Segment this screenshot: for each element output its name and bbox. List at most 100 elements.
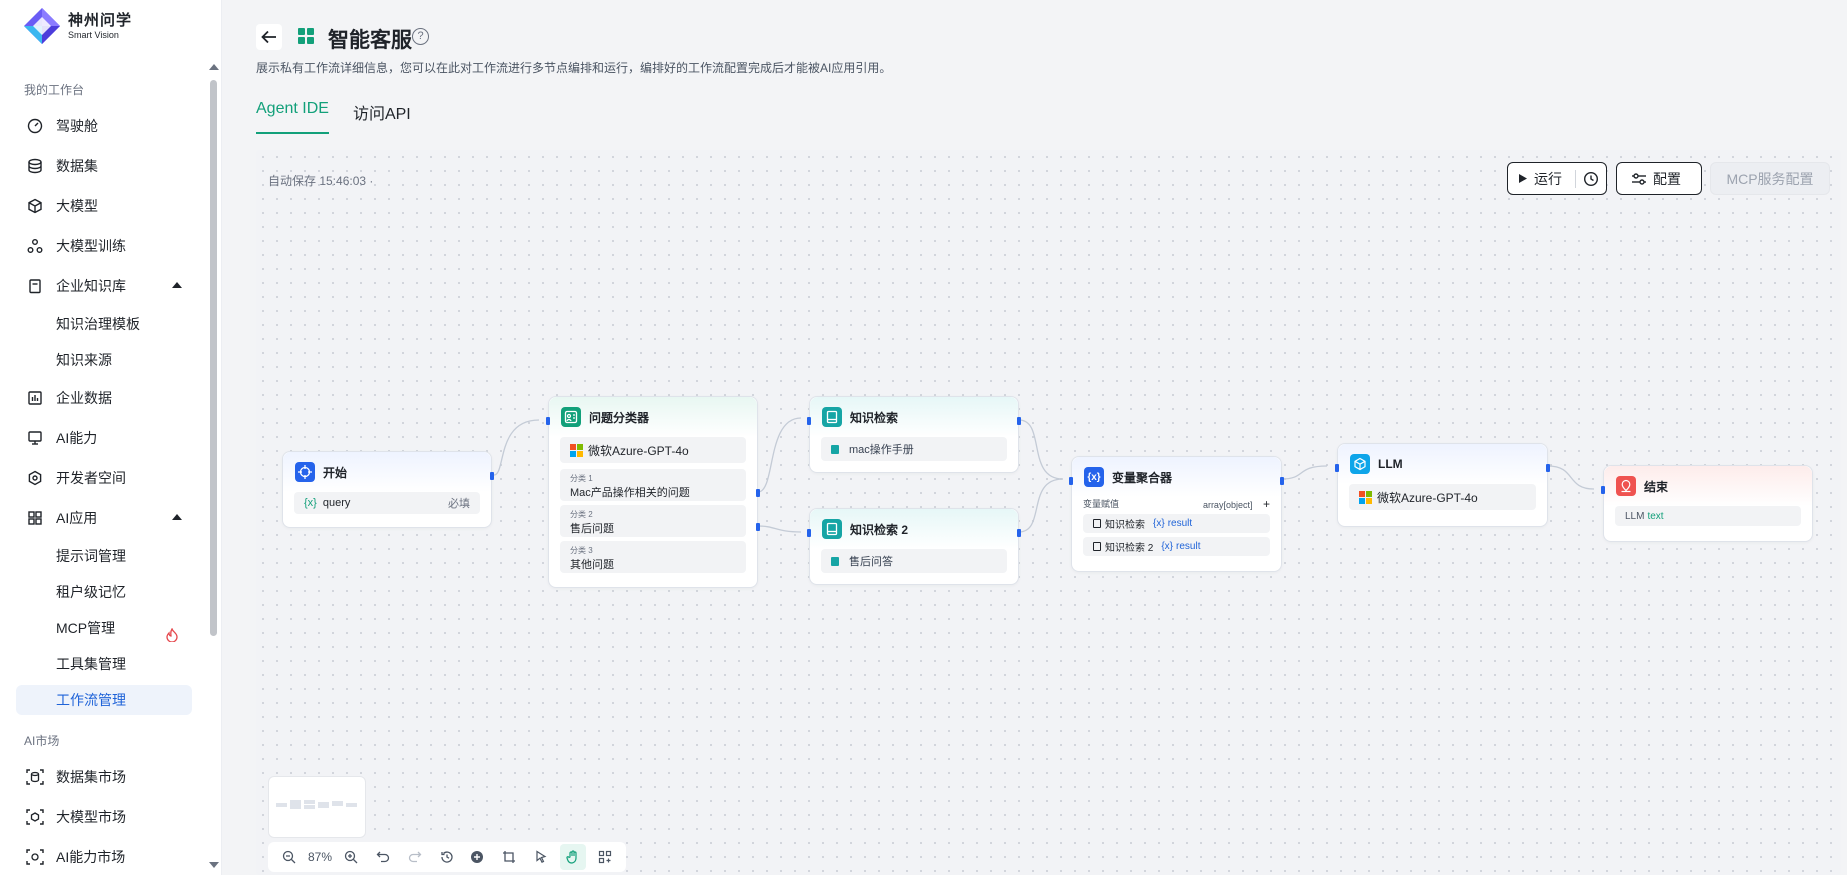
hexagon-icon xyxy=(26,469,44,487)
sidebar-item-dashboard[interactable]: 驾驶舱 xyxy=(0,106,206,146)
chart-icon xyxy=(26,389,44,407)
app-grid-icon xyxy=(298,28,314,44)
sidebar-item-knowledge-template[interactable]: 知识治理模板 xyxy=(0,306,206,342)
node-variable-aggregator[interactable]: {x} 变量聚合器 变量赋值 array[object] + 知识检索 {x} … xyxy=(1069,456,1284,572)
zoom-level[interactable]: 87% xyxy=(308,850,332,864)
zoom-out-button[interactable] xyxy=(276,844,302,870)
sidebar-item-knowledge-source[interactable]: 知识来源 xyxy=(0,342,206,378)
start-variable-name: query xyxy=(322,497,351,509)
book-icon xyxy=(822,519,842,539)
input-port[interactable] xyxy=(1601,486,1605,494)
tab-access-api[interactable]: 访问API xyxy=(353,100,411,134)
undo-icon xyxy=(376,851,390,863)
help-icon[interactable]: ? xyxy=(412,28,429,45)
microsoft-logo-icon xyxy=(570,443,583,457)
auto-layout-button[interactable] xyxy=(592,844,618,870)
crosshair-icon xyxy=(295,462,315,482)
class-text: 售后问题 xyxy=(570,523,614,535)
llm-model-row[interactable]: 微软Azure-GPT-4o xyxy=(1349,484,1536,510)
sidebar-scrollbar[interactable] xyxy=(206,58,220,875)
node-end[interactable]: 结束 LLM text xyxy=(1601,465,1813,542)
assign-type: array[object] xyxy=(1202,500,1253,510)
node-llm[interactable]: LLM 微软Azure-GPT-4o xyxy=(1335,443,1550,527)
scroll-down-icon[interactable] xyxy=(209,862,219,868)
node-knowledge-retrieval-2[interactable]: 知识检索 2 售后问答 xyxy=(807,508,1021,585)
history-icon xyxy=(441,851,453,863)
output-port[interactable] xyxy=(1280,477,1284,485)
node-knowledge-retrieval[interactable]: 知识检索 mac操作手册 xyxy=(807,396,1021,473)
redo-icon xyxy=(408,851,422,863)
chevron-up-icon xyxy=(172,282,182,288)
start-variable-row[interactable]: {x} query 必填 xyxy=(294,492,480,514)
sidebar-item-models[interactable]: 大模型 xyxy=(0,186,206,226)
kb2-source-row[interactable]: 售后问答 xyxy=(821,549,1007,573)
add-variable-button[interactable]: + xyxy=(1263,497,1270,511)
tab-agent-ide[interactable]: Agent IDE xyxy=(256,100,329,134)
sidebar-item-mcp[interactable]: MCP管理 xyxy=(0,610,206,646)
input-port[interactable] xyxy=(807,417,811,425)
output-port[interactable] xyxy=(1017,529,1021,537)
brand-name-en: Smart Vision xyxy=(68,29,119,40)
scroll-thumb[interactable] xyxy=(210,80,217,636)
sidebar-item-ai-apps[interactable]: AI应用 xyxy=(0,498,206,538)
sidebar-item-label: 企业数据 xyxy=(56,390,112,406)
hand-mode-button[interactable] xyxy=(560,844,586,870)
assign-label: 变量赋值 xyxy=(1083,499,1120,509)
sidebar-item-tenant-memory[interactable]: 租户级记忆 xyxy=(0,574,206,610)
aggregator-item[interactable]: 知识检索 {x} result xyxy=(1083,514,1270,533)
classifier-model-name: 微软Azure-GPT-4o xyxy=(588,443,689,458)
cube-icon xyxy=(26,197,44,215)
workflow-canvas[interactable]: 自动保存 15:46:03 · 运行 配置 MCP服务配置 开始 {x} que… xyxy=(256,150,1841,875)
input-port[interactable] xyxy=(1335,464,1339,472)
class-row[interactable]: 分类 3 其他问题 xyxy=(560,541,746,573)
sidebar-item-toolsets[interactable]: 工具集管理 xyxy=(0,646,206,682)
pointer-mode-button[interactable] xyxy=(528,844,554,870)
zoom-in-button[interactable] xyxy=(338,844,364,870)
sidebar-item-workflows[interactable]: 工作流管理 xyxy=(16,685,192,715)
output-port[interactable] xyxy=(756,523,760,531)
output-port[interactable] xyxy=(756,489,760,497)
output-port[interactable] xyxy=(1017,417,1021,425)
sidebar-item-model-training[interactable]: 大模型训练 xyxy=(0,226,206,266)
output-port[interactable] xyxy=(1546,464,1550,472)
scroll-up-icon[interactable] xyxy=(209,64,219,70)
sidebar-item-developer-space[interactable]: 开发者空间 xyxy=(0,458,206,498)
output-port[interactable] xyxy=(490,472,494,480)
sidebar-item-model-market[interactable]: 大模型市场 xyxy=(0,797,206,837)
brand-logo[interactable]: 神州问学 Smart Vision xyxy=(22,6,132,46)
node-start[interactable]: 开始 {x} query 必填 xyxy=(282,451,494,528)
brand-name: 神州问学 xyxy=(68,11,133,29)
redo-button[interactable] xyxy=(402,844,428,870)
add-note-button[interactable] xyxy=(496,844,522,870)
main-content: 智能客服 ? 展示私有工作流详细信息，您可以在此对工作流进行多节点编排和运行，编… xyxy=(222,0,1847,875)
minimap[interactable] xyxy=(268,776,366,838)
layout-icon xyxy=(598,850,612,864)
aggregator-item[interactable]: 知识检索 2 {x} result xyxy=(1083,537,1270,556)
sidebar-item-ai-ability[interactable]: AI能力 xyxy=(0,418,206,458)
sidebar-item-knowledge-base[interactable]: 企业知识库 xyxy=(0,266,206,306)
sidebar-item-prompts[interactable]: 提示词管理 xyxy=(0,538,206,574)
microsoft-logo-icon xyxy=(1359,490,1372,504)
input-port[interactable] xyxy=(1069,477,1073,485)
node-question-classifier[interactable]: 问题分类器 微软Azure-GPT-4o 分类 1 Mac产品操作相关的问题 分… xyxy=(546,396,760,588)
sidebar-item-enterprise-data[interactable]: 企业数据 xyxy=(0,378,206,418)
undo-button[interactable] xyxy=(370,844,396,870)
input-port[interactable] xyxy=(807,529,811,537)
back-button[interactable] xyxy=(256,24,282,50)
sidebar-item-label: AI能力 xyxy=(56,430,98,446)
sidebar-item-ability-market[interactable]: AI能力市场 xyxy=(0,837,206,875)
node-llm-header: LLM xyxy=(1338,444,1547,484)
end-output-row[interactable]: LLM text xyxy=(1615,506,1801,526)
input-port[interactable] xyxy=(546,417,550,425)
class-row[interactable]: 分类 2 售后问题 xyxy=(560,505,746,537)
sidebar-item-dataset-market[interactable]: 数据集市场 xyxy=(0,757,206,797)
sidebar-item-label: AI应用 xyxy=(56,510,98,526)
classifier-model-row[interactable]: 微软Azure-GPT-4o xyxy=(560,437,746,463)
class-row[interactable]: 分类 1 Mac产品操作相关的问题 xyxy=(560,469,746,501)
sidebar-item-datasets[interactable]: 数据集 xyxy=(0,146,206,186)
kb1-source-row[interactable]: mac操作手册 xyxy=(821,437,1007,461)
book-icon xyxy=(831,556,839,566)
node-llm-title: LLM xyxy=(1378,457,1403,471)
zoom-in-icon xyxy=(344,850,358,864)
add-node-button[interactable] xyxy=(464,844,490,870)
